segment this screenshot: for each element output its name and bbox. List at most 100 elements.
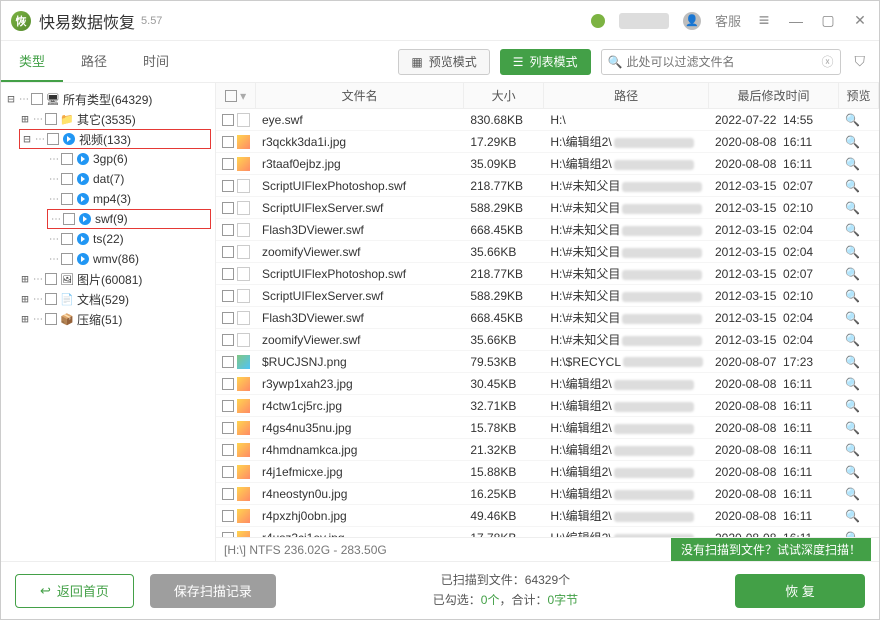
select-all-checkbox[interactable] bbox=[225, 90, 237, 102]
preview-icon[interactable]: 🔍 bbox=[845, 333, 860, 347]
table-row[interactable]: r4usz3ci1ev.jpg17.78KBH:\编辑组2\2020-08-08… bbox=[216, 527, 879, 537]
table-row[interactable]: zoomifyViewer.swf35.66KBH:\#未知父目2012-03-… bbox=[216, 329, 879, 351]
row-checkbox[interactable] bbox=[222, 510, 234, 522]
row-checkbox[interactable] bbox=[222, 114, 234, 126]
preview-icon[interactable]: 🔍 bbox=[845, 179, 860, 193]
preview-icon[interactable]: 🔍 bbox=[845, 113, 860, 127]
tree-checkbox[interactable] bbox=[61, 193, 73, 205]
tree-checkbox[interactable] bbox=[45, 273, 57, 285]
table-row[interactable]: $RUCJSNJ.png79.53KBH:\$RECYCL2020-08-07 … bbox=[216, 351, 879, 373]
row-checkbox[interactable] bbox=[222, 488, 234, 500]
tree-checkbox[interactable] bbox=[61, 253, 73, 265]
table-row[interactable]: r3ywp1xah23.jpg30.45KBH:\编辑组2\2020-08-08… bbox=[216, 373, 879, 395]
row-checkbox[interactable] bbox=[222, 466, 234, 478]
tree-mp4[interactable]: mp4(3) bbox=[93, 192, 131, 206]
tree-checkbox[interactable] bbox=[31, 93, 43, 105]
expand-icon[interactable]: ⊟ bbox=[21, 132, 33, 146]
preview-icon[interactable]: 🔍 bbox=[845, 201, 860, 215]
tab-time[interactable]: 时间 bbox=[125, 41, 187, 82]
expand-icon[interactable]: ⊞ bbox=[19, 292, 31, 306]
tree-swf[interactable]: swf(9) bbox=[95, 212, 128, 226]
row-checkbox[interactable] bbox=[222, 180, 234, 192]
expand-icon[interactable]: ⊞ bbox=[19, 272, 31, 286]
row-checkbox[interactable] bbox=[222, 268, 234, 280]
row-checkbox[interactable] bbox=[222, 246, 234, 258]
row-checkbox[interactable] bbox=[222, 224, 234, 236]
preview-icon[interactable]: 🔍 bbox=[845, 421, 860, 435]
tree-other[interactable]: 其它(3535) bbox=[77, 111, 136, 128]
row-checkbox[interactable] bbox=[222, 158, 234, 170]
preview-icon[interactable]: 🔍 bbox=[845, 465, 860, 479]
row-checkbox[interactable] bbox=[222, 334, 234, 346]
menu-icon[interactable]: ≡ bbox=[755, 10, 773, 31]
preview-icon[interactable]: 🔍 bbox=[845, 399, 860, 413]
col-path[interactable]: 路径 bbox=[614, 87, 638, 104]
table-row[interactable]: eye.swf830.68KBH:\2022-07-22 14:55🔍 bbox=[216, 109, 879, 131]
col-size[interactable]: 大小 bbox=[492, 87, 516, 104]
table-row[interactable]: r3qckk3da1i.jpg17.29KBH:\编辑组2\2020-08-08… bbox=[216, 131, 879, 153]
preview-icon[interactable]: 🔍 bbox=[845, 135, 860, 149]
search-box[interactable]: 🔍 ⓧ bbox=[601, 49, 841, 75]
row-checkbox[interactable] bbox=[222, 312, 234, 324]
tree-checkbox[interactable] bbox=[61, 233, 73, 245]
filter-icon[interactable]: ⛉ bbox=[851, 53, 870, 70]
col-mtime[interactable]: 最后修改时间 bbox=[737, 87, 809, 104]
tree-checkbox[interactable] bbox=[47, 133, 59, 145]
clear-search-icon[interactable]: ⓧ bbox=[821, 53, 833, 70]
preview-icon[interactable]: 🔍 bbox=[845, 443, 860, 457]
table-row[interactable]: r4neostyn0u.jpg16.25KBH:\编辑组2\2020-08-08… bbox=[216, 483, 879, 505]
preview-mode-button[interactable]: ▦预览模式 bbox=[398, 49, 489, 75]
table-row[interactable]: ScriptUIFlexServer.swf588.29KBH:\#未知父目20… bbox=[216, 197, 879, 219]
preview-icon[interactable]: 🔍 bbox=[845, 223, 860, 237]
row-checkbox[interactable] bbox=[222, 422, 234, 434]
tree-checkbox[interactable] bbox=[63, 213, 75, 225]
preview-icon[interactable]: 🔍 bbox=[845, 509, 860, 523]
file-list[interactable]: eye.swf830.68KBH:\2022-07-22 14:55🔍 r3qc… bbox=[216, 109, 879, 537]
tree-checkbox[interactable] bbox=[45, 293, 57, 305]
table-row[interactable]: r4pxzhj0obn.jpg49.46KBH:\编辑组2\2020-08-08… bbox=[216, 505, 879, 527]
close-icon[interactable]: ✕ bbox=[851, 12, 869, 29]
maximize-icon[interactable]: ▢ bbox=[819, 12, 837, 29]
tree-3gp[interactable]: 3gp(6) bbox=[93, 152, 128, 166]
row-checkbox[interactable] bbox=[222, 356, 234, 368]
table-row[interactable]: r4j1efmicxe.jpg15.88KBH:\编辑组2\2020-08-08… bbox=[216, 461, 879, 483]
row-checkbox[interactable] bbox=[222, 290, 234, 302]
table-row[interactable]: Flash3DViewer.swf668.45KBH:\#未知父目2012-03… bbox=[216, 307, 879, 329]
sort-icon[interactable]: ▾ bbox=[240, 89, 246, 103]
row-checkbox[interactable] bbox=[222, 444, 234, 456]
table-row[interactable]: zoomifyViewer.swf35.66KBH:\#未知父目2012-03-… bbox=[216, 241, 879, 263]
preview-icon[interactable]: 🔍 bbox=[845, 487, 860, 501]
preview-icon[interactable]: 🔍 bbox=[845, 377, 860, 391]
table-row[interactable]: ScriptUIFlexPhotoshop.swf218.77KBH:\#未知父… bbox=[216, 175, 879, 197]
minimize-icon[interactable]: — bbox=[787, 13, 805, 29]
search-input[interactable] bbox=[626, 55, 817, 69]
tab-type[interactable]: 类型 bbox=[1, 41, 63, 82]
customer-service-link[interactable]: 客服 bbox=[715, 11, 741, 30]
table-row[interactable]: r4hmdnamkca.jpg21.32KBH:\编辑组2\2020-08-08… bbox=[216, 439, 879, 461]
preview-icon[interactable]: 🔍 bbox=[845, 245, 860, 259]
tree-doc[interactable]: 文档(529) bbox=[77, 291, 129, 308]
expand-icon[interactable]: ⊞ bbox=[19, 112, 31, 126]
table-row[interactable]: r4ctw1cj5rc.jpg32.71KBH:\编辑组2\2020-08-08… bbox=[216, 395, 879, 417]
tree-pic[interactable]: 图片(60081) bbox=[77, 271, 142, 288]
row-checkbox[interactable] bbox=[222, 202, 234, 214]
expand-icon[interactable]: ⊟ bbox=[5, 92, 17, 106]
table-row[interactable]: ScriptUIFlexPhotoshop.swf218.77KBH:\#未知父… bbox=[216, 263, 879, 285]
table-row[interactable]: ScriptUIFlexServer.swf588.29KBH:\#未知父目20… bbox=[216, 285, 879, 307]
preview-icon[interactable]: 🔍 bbox=[845, 157, 860, 171]
tab-path[interactable]: 路径 bbox=[63, 41, 125, 82]
table-row[interactable]: r4gs4nu35nu.jpg15.78KBH:\编辑组2\2020-08-08… bbox=[216, 417, 879, 439]
deep-scan-button[interactable]: 没有扫描到文件？试试深度扫描！ bbox=[671, 538, 871, 561]
tree-checkbox[interactable] bbox=[45, 313, 57, 325]
tree-ts[interactable]: ts(22) bbox=[93, 232, 124, 246]
col-name[interactable]: 文件名 bbox=[342, 87, 378, 104]
preview-icon[interactable]: 🔍 bbox=[845, 267, 860, 281]
tree-zip[interactable]: 压缩(51) bbox=[77, 311, 122, 328]
recover-button[interactable]: 恢 复 bbox=[735, 574, 865, 608]
tree-checkbox[interactable] bbox=[61, 153, 73, 165]
tree-wmv[interactable]: wmv(86) bbox=[93, 252, 139, 266]
col-preview[interactable]: 预览 bbox=[846, 87, 870, 104]
row-checkbox[interactable] bbox=[222, 136, 234, 148]
tree-checkbox[interactable] bbox=[61, 173, 73, 185]
preview-icon[interactable]: 🔍 bbox=[845, 311, 860, 325]
